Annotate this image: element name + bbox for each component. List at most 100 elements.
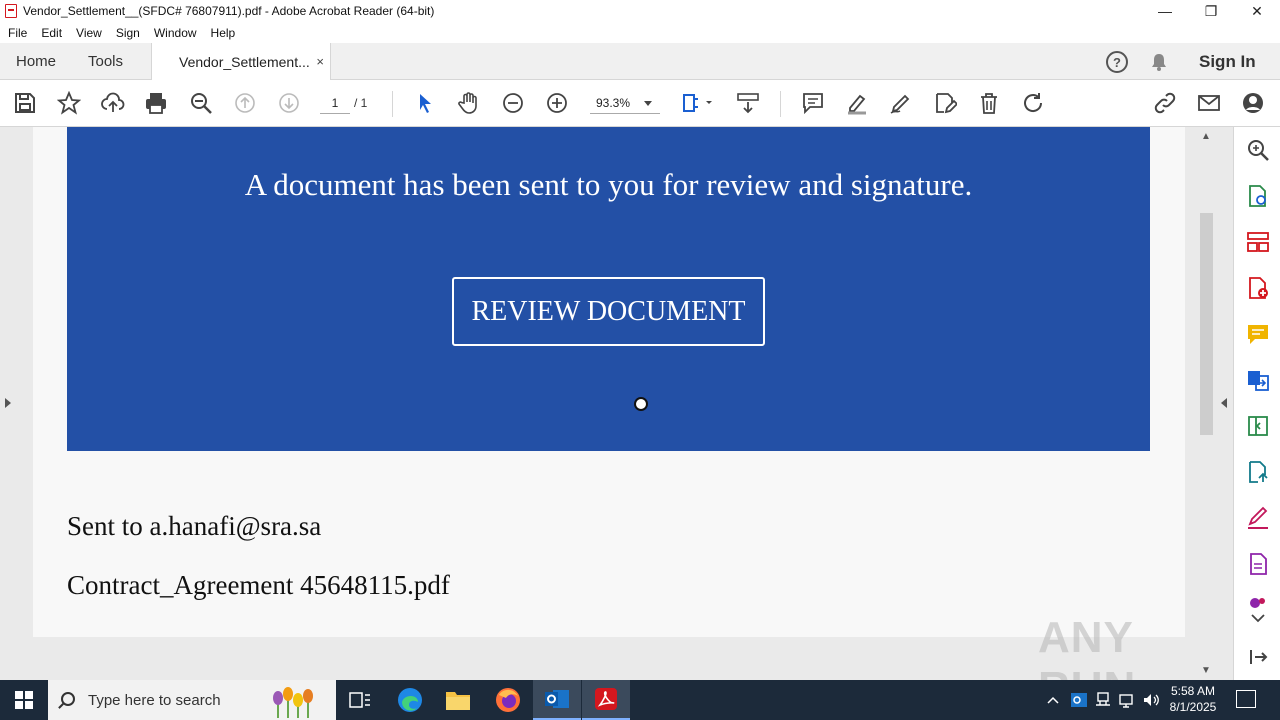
sent-to-text: Sent to a.hanafi@sra.sa xyxy=(67,511,322,541)
highlight-pen-icon[interactable] xyxy=(844,90,870,116)
tab-document[interactable]: Vendor_Settlement... × xyxy=(151,43,331,81)
organize-pages-icon[interactable] xyxy=(1246,230,1270,254)
review-document-button[interactable]: REVIEW DOCUMENT xyxy=(452,277,765,346)
start-button[interactable] xyxy=(0,680,48,720)
tab-close-icon[interactable]: × xyxy=(316,54,324,69)
zoom-level-select[interactable]: 93.3% xyxy=(590,92,660,114)
zoom-out-icon[interactable] xyxy=(500,90,526,116)
menu-bar: File Edit View Sign Window Help xyxy=(0,22,1280,43)
toolbar-divider xyxy=(780,91,781,117)
volume-icon[interactable] xyxy=(1142,680,1160,720)
expand-tools-icon[interactable] xyxy=(1246,611,1270,627)
chevron-down-icon xyxy=(644,101,652,106)
window-controls: — ❐ ✕ xyxy=(1142,0,1280,22)
edit-pdf-icon[interactable] xyxy=(932,90,958,116)
menu-file[interactable]: File xyxy=(8,26,27,40)
rotate-icon[interactable] xyxy=(1020,90,1046,116)
title-bar: Vendor_Settlement__(SFDC# 76807911).pdf … xyxy=(0,0,1280,22)
tab-document-label: Vendor_Settlement... xyxy=(179,54,310,70)
email-icon[interactable] xyxy=(1196,90,1222,116)
comment-icon[interactable] xyxy=(800,90,826,116)
pdf-page: A document has been sent to you for revi… xyxy=(33,127,1185,637)
help-icon[interactable]: ? xyxy=(1106,51,1128,73)
fill-sign-icon[interactable] xyxy=(1246,506,1270,530)
account-icon[interactable] xyxy=(1240,90,1266,116)
zoom-in-icon[interactable] xyxy=(544,90,570,116)
menu-sign[interactable]: Sign xyxy=(116,26,140,40)
outlook-icon[interactable] xyxy=(533,680,581,720)
search-placeholder: Type here to search xyxy=(88,691,221,709)
firefox-icon[interactable] xyxy=(484,680,532,720)
task-view-icon[interactable] xyxy=(336,680,384,720)
send-for-review-icon[interactable] xyxy=(1246,460,1270,484)
edge-browser-icon[interactable] xyxy=(386,680,434,720)
close-window-button[interactable]: ✕ xyxy=(1234,0,1280,22)
clock-time: 5:58 AM xyxy=(1170,684,1216,698)
windows-taskbar: Type here to search 5:58 AM 8/1/2025 xyxy=(0,680,1280,720)
save-icon[interactable] xyxy=(12,90,38,116)
file-explorer-icon[interactable] xyxy=(434,680,482,720)
print-icon[interactable] xyxy=(143,90,169,116)
system-clock[interactable]: 5:58 AM 8/1/2025 xyxy=(1163,683,1223,715)
page-fit-icon[interactable] xyxy=(680,90,716,116)
compress-pdf-icon[interactable] xyxy=(1246,414,1270,438)
previous-page-icon[interactable] xyxy=(232,90,258,116)
scroll-up-icon[interactable]: ▲ xyxy=(1201,131,1211,142)
minimize-button[interactable]: — xyxy=(1142,0,1188,22)
scroll-mode-icon[interactable] xyxy=(735,90,761,116)
attachment-name: Contract_Agreement 45648115.pdf xyxy=(67,570,450,600)
combine-files-icon[interactable] xyxy=(1246,368,1270,392)
create-pdf-icon[interactable] xyxy=(1246,276,1270,300)
menu-view[interactable]: View xyxy=(76,26,102,40)
select-arrow-icon[interactable] xyxy=(412,90,438,116)
find-zoom-icon[interactable] xyxy=(188,90,214,116)
hand-tool-icon[interactable] xyxy=(456,90,482,116)
toolbar-divider xyxy=(392,91,393,117)
next-page-icon[interactable] xyxy=(276,90,302,116)
right-panel-toggle-icon[interactable] xyxy=(1221,398,1227,408)
document-viewport[interactable]: A document has been sent to you for revi… xyxy=(0,127,1233,680)
vertical-scrollbar[interactable]: ▲ ▼ xyxy=(1198,127,1215,680)
device-tray-icon[interactable] xyxy=(1094,680,1112,720)
tab-tools[interactable]: Tools xyxy=(88,43,123,80)
right-tools-panel xyxy=(1233,127,1280,680)
cursor-icon xyxy=(634,397,648,411)
tulips-icon xyxy=(273,687,313,718)
acrobat-app-icon xyxy=(5,4,17,18)
bell-icon[interactable] xyxy=(1150,53,1168,71)
tab-home[interactable]: Home xyxy=(16,43,56,80)
page-number-input[interactable]: 1 xyxy=(320,92,350,114)
maximize-button[interactable]: ❐ xyxy=(1188,0,1234,22)
notification-center-icon[interactable] xyxy=(1236,690,1256,708)
upload-cloud-icon[interactable] xyxy=(100,90,126,116)
draw-sign-icon[interactable] xyxy=(888,90,914,116)
outlook-tray-icon[interactable] xyxy=(1070,680,1088,720)
network-icon[interactable] xyxy=(1118,680,1136,720)
windows-logo-icon xyxy=(15,691,33,709)
menu-edit[interactable]: Edit xyxy=(41,26,62,40)
collapse-panel-icon[interactable] xyxy=(1246,645,1270,669)
edit-document-icon[interactable] xyxy=(1246,552,1270,576)
menu-help[interactable]: Help xyxy=(211,26,236,40)
window-title: Vendor_Settlement__(SFDC# 76807911).pdf … xyxy=(23,4,435,18)
search-zoom-icon[interactable] xyxy=(1246,138,1270,162)
toolbar: 1 / 1 93.3% xyxy=(0,80,1280,127)
anyrun-watermark: ANY RUN xyxy=(1038,613,1135,680)
sign-in-button[interactable]: Sign In xyxy=(1199,43,1256,80)
page-total: / 1 xyxy=(354,96,368,110)
banner-message: A document has been sent to you for revi… xyxy=(244,167,973,202)
share-link-icon[interactable] xyxy=(1152,90,1178,116)
menu-window[interactable]: Window xyxy=(154,26,197,40)
more-tools-icon[interactable] xyxy=(1246,595,1270,609)
trash-icon[interactable] xyxy=(976,90,1002,116)
bookmark-star-icon[interactable] xyxy=(56,90,82,116)
tray-overflow-icon[interactable] xyxy=(1046,680,1060,720)
acrobat-taskbar-icon[interactable] xyxy=(582,680,630,720)
scrollbar-thumb[interactable] xyxy=(1200,213,1213,435)
search-icon xyxy=(61,692,75,706)
left-panel-toggle-icon[interactable] xyxy=(5,398,11,408)
comment-panel-icon[interactable] xyxy=(1246,322,1270,346)
export-pdf-icon[interactable] xyxy=(1246,184,1270,208)
tab-bar: Home Tools Vendor_Settlement... × ? Sign… xyxy=(0,43,1280,81)
taskbar-search-box[interactable]: Type here to search xyxy=(48,680,336,720)
